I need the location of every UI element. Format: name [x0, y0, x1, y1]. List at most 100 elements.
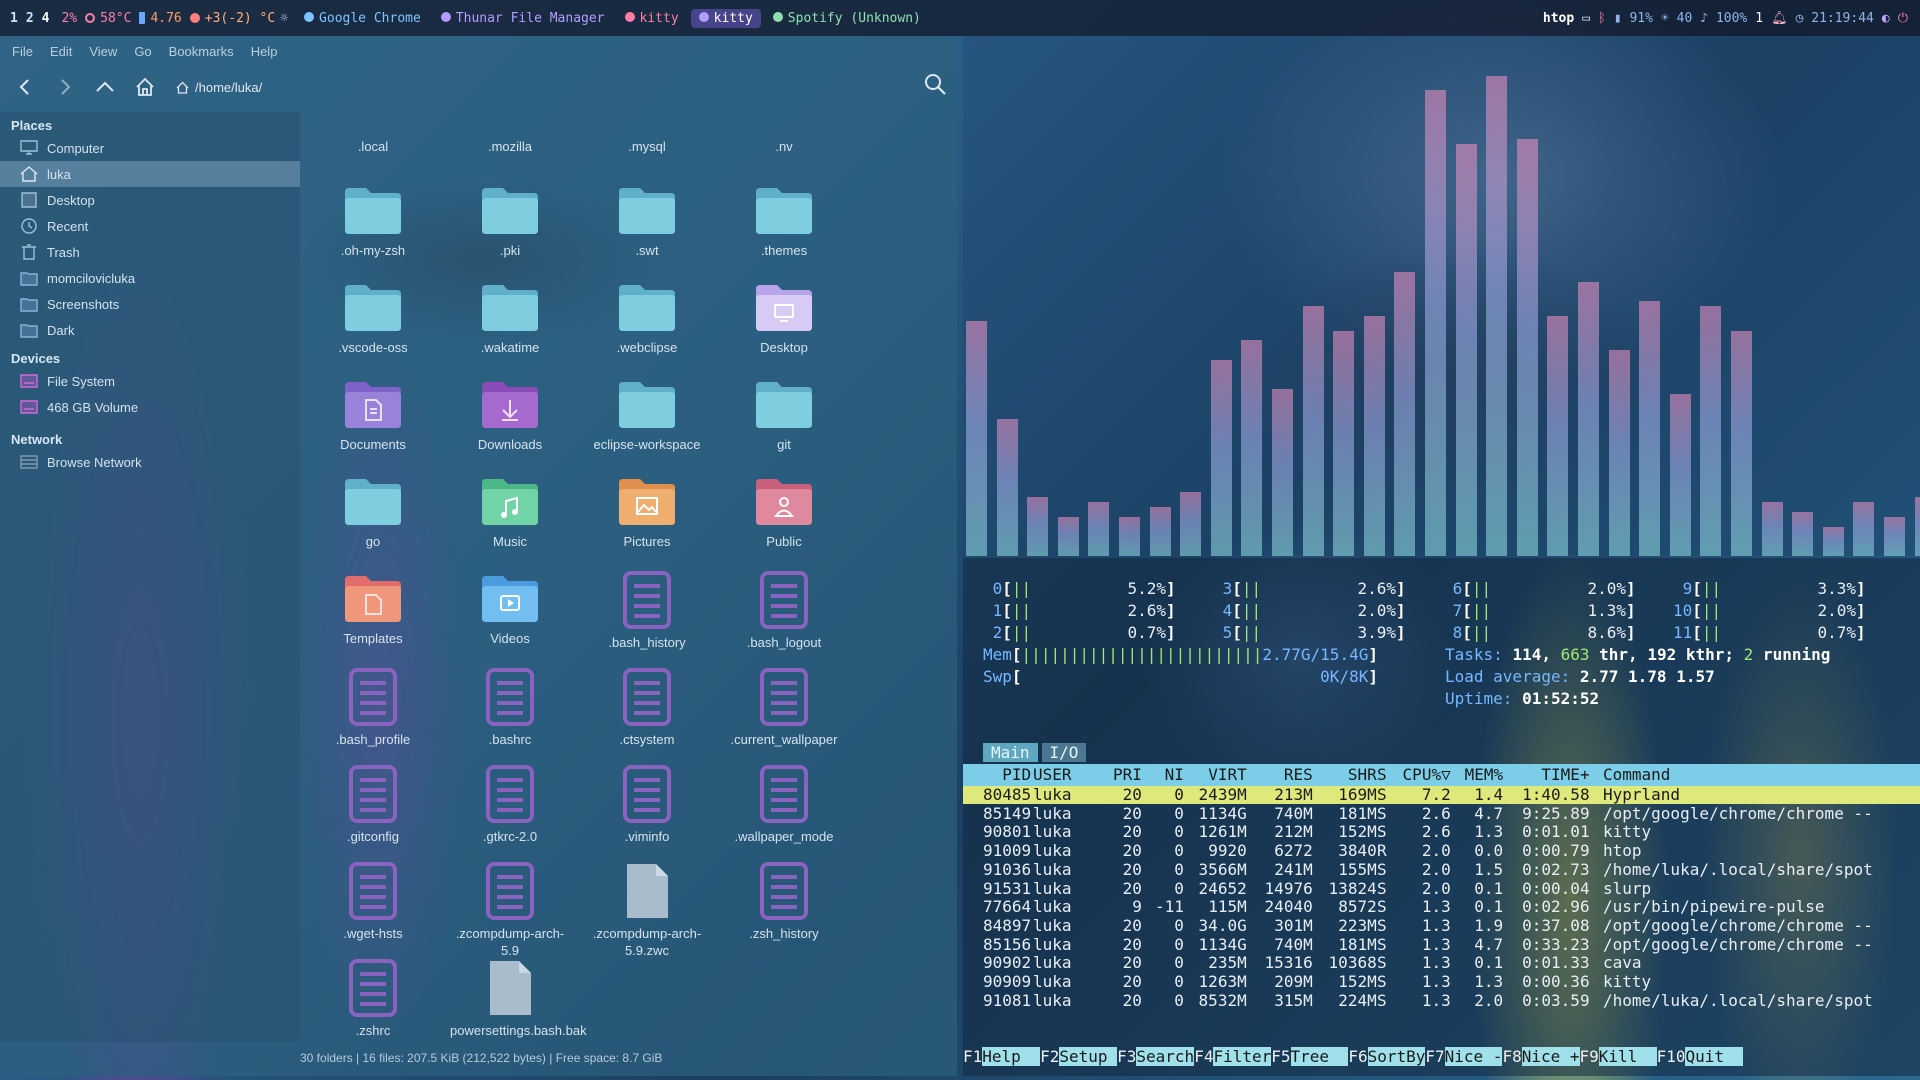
- cell[interactable]: SHR: [1319, 764, 1377, 786]
- menu-help[interactable]: Help: [251, 44, 278, 59]
- taskbar-window-1[interactable]: Thunar File Manager: [433, 9, 613, 28]
- process-row[interactable]: 91081 luka 20 0 8532M 315M 224M S 1.3 2.0 0:03.59 /…: [963, 991, 1920, 1010]
- file-item[interactable]: .viminfo: [587, 764, 707, 845]
- sidebar-item-browse-network[interactable]: Browse Network: [0, 449, 300, 475]
- process-row[interactable]: 85156 luka 20 0 1134G 740M 181M S 1.3 4.7 0:33.23 /…: [963, 935, 1920, 954]
- file-item[interactable]: .wakatime: [450, 279, 570, 356]
- fkey-label[interactable]: Tree: [1290, 1047, 1349, 1066]
- menu-bookmarks[interactable]: Bookmarks: [169, 44, 234, 59]
- taskbar-window-0[interactable]: Google Chrome: [296, 9, 429, 28]
- process-row[interactable]: 91036 luka 20 0 3566M 241M 155M S 2.0 1.5 0:02.73 /…: [963, 860, 1920, 879]
- fkey-f9[interactable]: F9: [1580, 1047, 1599, 1066]
- back-button[interactable]: [14, 76, 36, 98]
- fkey-f4[interactable]: F4: [1194, 1047, 1213, 1066]
- fkey-f1[interactable]: F1: [963, 1047, 982, 1066]
- file-item[interactable]: .wallpaper_mode: [724, 764, 844, 845]
- sidebar-item-468-gb-volume[interactable]: 468 GB Volume: [0, 394, 300, 420]
- home-button[interactable]: [134, 76, 156, 98]
- sidebar-item-momcilovicluka[interactable]: momcilovicluka: [0, 265, 300, 291]
- process-row[interactable]: 84897 luka 20 0 34.0G 301M 223M S 1.3 1.9 0:37.08 /…: [963, 916, 1920, 935]
- sidebar-item-luka[interactable]: luka: [0, 161, 300, 187]
- file-item[interactable]: .pki: [450, 182, 570, 259]
- file-item[interactable]: Pictures: [587, 473, 707, 550]
- sidebar-item-screenshots[interactable]: Screenshots: [0, 291, 300, 317]
- fkey-f3[interactable]: F3: [1117, 1047, 1136, 1066]
- file-item[interactable]: powersettings.bash.bak: [450, 958, 587, 1039]
- fkey-f7[interactable]: F7: [1425, 1047, 1444, 1066]
- cell[interactable]: PRI: [1113, 764, 1142, 786]
- cell[interactable]: VIRT: [1189, 764, 1247, 786]
- tab-io[interactable]: I/O: [1041, 743, 1087, 762]
- file-item[interactable]: .zshrc: [313, 958, 433, 1039]
- fkey-label[interactable]: Quit: [1685, 1047, 1744, 1066]
- file-item[interactable]: Templates: [313, 570, 433, 647]
- fkey-f5[interactable]: F5: [1271, 1047, 1290, 1066]
- tab-main[interactable]: Main: [983, 743, 1038, 762]
- menu-edit[interactable]: Edit: [50, 44, 72, 59]
- file-item-partial[interactable]: .nv: [724, 138, 844, 155]
- power-icon[interactable]: ⏻: [1898, 11, 1908, 26]
- file-item-partial[interactable]: .mozilla: [450, 138, 570, 155]
- cell[interactable]: USER: [1033, 764, 1072, 786]
- menu-go[interactable]: Go: [134, 44, 151, 59]
- cell[interactable]: CPU%▽: [1393, 764, 1451, 786]
- file-item[interactable]: .zsh_history: [724, 861, 844, 942]
- fkey-label[interactable]: Search: [1136, 1047, 1195, 1066]
- cell[interactable]: PID: [983, 764, 1031, 786]
- file-item[interactable]: .current_wallpaper: [724, 667, 844, 748]
- cell[interactable]: S: [1377, 764, 1387, 786]
- fkey-label[interactable]: Setup: [1059, 1047, 1118, 1066]
- file-item[interactable]: Music: [450, 473, 570, 550]
- sidebar-item-trash[interactable]: Trash: [0, 239, 300, 265]
- file-item-partial[interactable]: .local: [313, 138, 433, 155]
- file-item[interactable]: go: [313, 473, 433, 550]
- file-item[interactable]: Downloads: [450, 376, 570, 453]
- brightness[interactable]: ☀ 40: [1661, 11, 1692, 26]
- fkey-label[interactable]: Kill: [1598, 1047, 1657, 1066]
- fkey-label[interactable]: Nice -: [1444, 1047, 1503, 1066]
- file-item[interactable]: .vscode-oss: [313, 279, 433, 356]
- process-row[interactable]: 90909 luka 20 0 1263M 209M 152M S 1.3 1.3 0:00.36 k…: [963, 973, 1920, 991]
- menu-file[interactable]: File: [12, 44, 33, 59]
- bell-icon[interactable]: 🔔︎: [1771, 11, 1788, 26]
- bluetooth-icon[interactable]: ᛒ: [1598, 11, 1606, 26]
- up-button[interactable]: [94, 76, 116, 98]
- sidebar-item-file-system[interactable]: File System: [0, 368, 300, 394]
- fkey-f10[interactable]: F10: [1657, 1047, 1686, 1066]
- file-item[interactable]: .bash_profile: [313, 667, 433, 748]
- sidebar-item-recent[interactable]: Recent: [0, 213, 300, 239]
- cell[interactable]: MEM%: [1455, 764, 1504, 786]
- process-row[interactable]: 77664 luka 9 -11 115M 24040 8572 S 1.3 0.1 0:02.96…: [963, 898, 1920, 916]
- theme-icon[interactable]: ◐: [1882, 11, 1890, 26]
- file-item[interactable]: .bash_history: [587, 570, 707, 651]
- process-row[interactable]: 91009 luka 20 0 9920 6272 3840 R 2.0 0.0 0:00.79 ht…: [963, 842, 1920, 860]
- taskbar-window-4[interactable]: Spotify (Unknown): [765, 9, 929, 28]
- file-item[interactable]: .wget-hsts: [313, 861, 433, 942]
- file-item[interactable]: Public: [724, 473, 844, 550]
- workspace-2[interactable]: 2: [26, 11, 34, 26]
- cell[interactable]: Command: [1603, 764, 1670, 786]
- process-row[interactable]: 91531 luka 20 0 24652 14976 13824 S 2.0 0.1 0:00.0…: [963, 879, 1920, 898]
- taskbar-window-2[interactable]: kitty: [617, 9, 687, 28]
- cell[interactable]: NI: [1155, 764, 1184, 786]
- file-item[interactable]: eclipse-workspace: [587, 376, 707, 453]
- fkey-f8[interactable]: F8: [1502, 1047, 1521, 1066]
- file-item[interactable]: .bash_logout: [724, 570, 844, 651]
- file-item[interactable]: .bashrc: [450, 667, 570, 748]
- file-item[interactable]: .themes: [724, 182, 844, 259]
- fkey-label[interactable]: Help: [982, 1047, 1041, 1066]
- file-item[interactable]: .webclipse: [587, 279, 707, 356]
- file-item[interactable]: Documents: [313, 376, 433, 453]
- fkey-label[interactable]: Filter: [1213, 1047, 1272, 1066]
- notification-count[interactable]: 1: [1755, 11, 1763, 26]
- file-item[interactable]: .swt: [587, 182, 707, 259]
- process-row[interactable]: 80485 luka 20 0 2439M 213M 169M S 7.2 1.4 1:40.58 H…: [963, 786, 1920, 804]
- file-item[interactable]: Videos: [450, 570, 570, 647]
- file-item[interactable]: git: [724, 376, 844, 453]
- workspace-4[interactable]: 4: [42, 11, 50, 26]
- volume[interactable]: ♪ 100%: [1700, 11, 1747, 26]
- process-row[interactable]: 90902 luka 20 0 235M 15316 10368 S 1.3 0.1 0:01.33…: [963, 954, 1920, 972]
- sidebar-item-dark[interactable]: Dark: [0, 317, 300, 343]
- fkey-label[interactable]: SortBy: [1367, 1047, 1426, 1066]
- menu-view[interactable]: View: [89, 44, 117, 59]
